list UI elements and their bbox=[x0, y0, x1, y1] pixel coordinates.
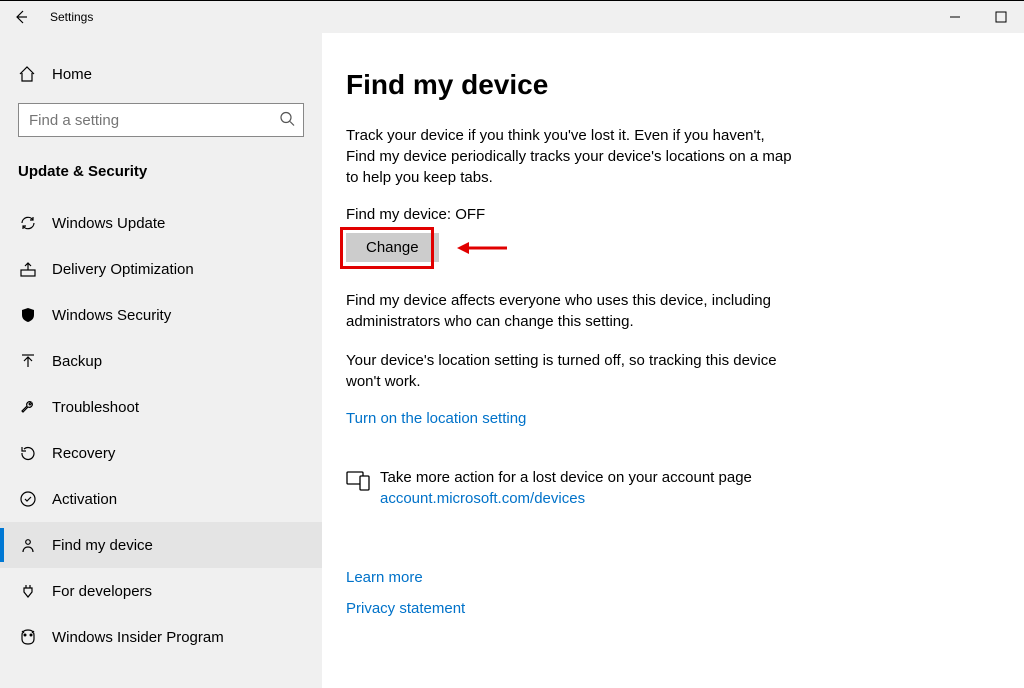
nav-label: Recovery bbox=[52, 445, 115, 462]
sidebar: Home Update & Security Windows Update De… bbox=[0, 33, 322, 688]
annotation-arrow-icon bbox=[457, 239, 507, 257]
check-circle-icon bbox=[18, 490, 38, 508]
affects-text: Find my device affects everyone who uses… bbox=[346, 290, 796, 332]
insider-icon bbox=[18, 628, 38, 646]
wrench-icon bbox=[18, 398, 38, 416]
nav-label: Backup bbox=[52, 353, 102, 370]
section-header: Update & Security bbox=[0, 155, 322, 200]
devices-icon bbox=[346, 469, 370, 494]
nav-label: Find my device bbox=[52, 537, 153, 554]
home-label: Home bbox=[52, 66, 92, 83]
developers-icon bbox=[18, 582, 38, 600]
sidebar-item-windows-update[interactable]: Windows Update bbox=[0, 200, 322, 246]
nav-label: Windows Update bbox=[52, 215, 165, 232]
sidebar-item-find-my-device[interactable]: Find my device bbox=[0, 522, 322, 568]
location-person-icon bbox=[18, 536, 38, 554]
back-button[interactable] bbox=[0, 1, 42, 33]
sidebar-item-insider-program[interactable]: Windows Insider Program bbox=[0, 614, 322, 660]
window-title: Settings bbox=[42, 10, 93, 24]
sidebar-item-windows-security[interactable]: Windows Security bbox=[0, 292, 322, 338]
turn-on-location-link[interactable]: Turn on the location setting bbox=[346, 410, 526, 427]
description-text: Track your device if you think you've lo… bbox=[346, 125, 796, 188]
shield-icon bbox=[18, 306, 38, 324]
main-content: Find my device Track your device if you … bbox=[322, 33, 1024, 688]
maximize-button[interactable] bbox=[978, 1, 1024, 33]
search-icon bbox=[279, 111, 295, 130]
search-input[interactable] bbox=[19, 104, 303, 136]
page-title: Find my device bbox=[346, 69, 1000, 101]
sidebar-item-activation[interactable]: Activation bbox=[0, 476, 322, 522]
find-my-device-status: Find my device: OFF bbox=[346, 206, 1000, 223]
recovery-icon bbox=[18, 444, 38, 462]
learn-more-link[interactable]: Learn more bbox=[346, 569, 1000, 586]
nav-label: Troubleshoot bbox=[52, 399, 139, 416]
nav-label: Windows Security bbox=[52, 307, 171, 324]
account-devices-link[interactable]: account.microsoft.com/devices bbox=[380, 488, 585, 509]
delivery-icon bbox=[18, 260, 38, 278]
privacy-statement-link[interactable]: Privacy statement bbox=[346, 600, 1000, 617]
nav-label: For developers bbox=[52, 583, 152, 600]
backup-icon bbox=[18, 352, 38, 370]
home-icon bbox=[18, 65, 38, 83]
nav-label: Windows Insider Program bbox=[52, 629, 224, 646]
sidebar-item-for-developers[interactable]: For developers bbox=[0, 568, 322, 614]
change-button[interactable]: Change bbox=[346, 233, 439, 262]
nav-label: Activation bbox=[52, 491, 117, 508]
home-nav[interactable]: Home bbox=[0, 57, 322, 91]
search-box[interactable] bbox=[18, 103, 304, 137]
sidebar-item-troubleshoot[interactable]: Troubleshoot bbox=[0, 384, 322, 430]
location-off-text: Your device's location setting is turned… bbox=[346, 350, 796, 392]
sidebar-item-delivery-optimization[interactable]: Delivery Optimization bbox=[0, 246, 322, 292]
minimize-button[interactable] bbox=[932, 1, 978, 33]
nav-label: Delivery Optimization bbox=[52, 261, 194, 278]
sidebar-item-recovery[interactable]: Recovery bbox=[0, 430, 322, 476]
sidebar-item-backup[interactable]: Backup bbox=[0, 338, 322, 384]
titlebar: Settings bbox=[0, 1, 1024, 33]
more-action-text: Take more action for a lost device on yo… bbox=[380, 469, 752, 486]
refresh-icon bbox=[18, 214, 38, 232]
